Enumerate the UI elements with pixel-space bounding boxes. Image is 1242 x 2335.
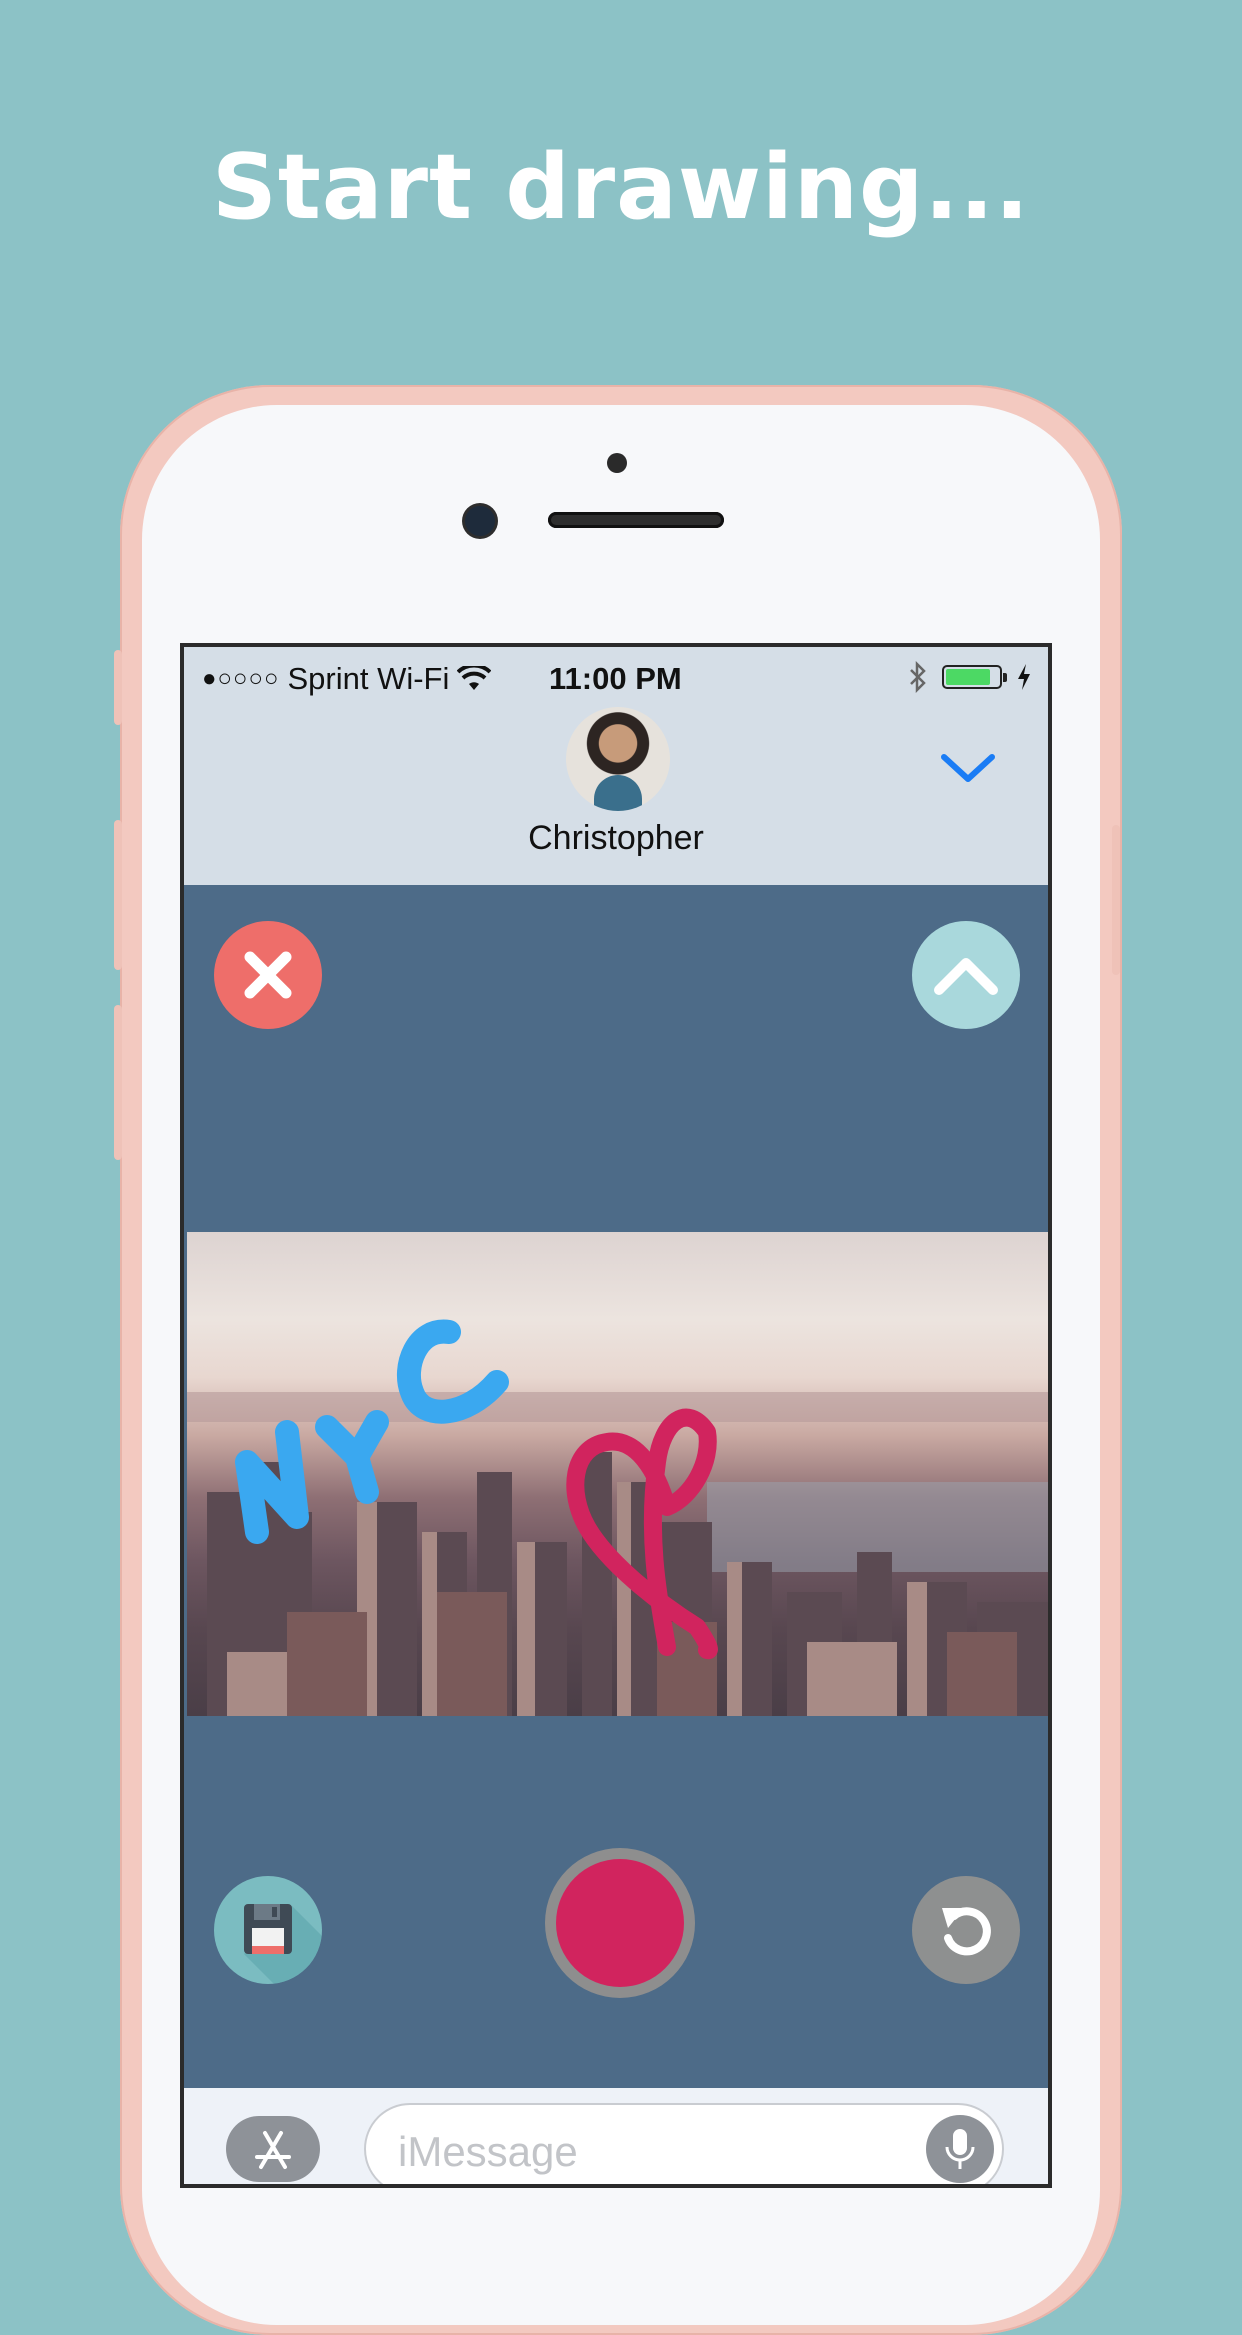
volume-up-button	[114, 820, 122, 970]
contact-name[interactable]: Christopher	[184, 819, 1048, 858]
chevron-up-icon	[934, 958, 998, 995]
status-bar: ●○○○○ Sprint Wi-Fi 11:00 PM	[184, 647, 1048, 707]
earpiece-speaker	[548, 512, 724, 528]
record-icon	[556, 1859, 684, 1987]
battery-icon	[942, 665, 1007, 689]
record-button[interactable]	[545, 1848, 695, 1998]
conversation-header: ●○○○○ Sprint Wi-Fi 11:00 PM Christopher	[184, 647, 1048, 885]
status-left: ●○○○○ Sprint Wi-Fi	[202, 661, 492, 697]
imessage-field[interactable]	[364, 2103, 1004, 2184]
expand-button[interactable]	[912, 921, 1020, 1029]
microphone-button[interactable]	[926, 2115, 994, 2183]
undo-icon	[942, 1907, 991, 1956]
charging-bolt-icon	[1018, 664, 1030, 690]
chevron-down-icon[interactable]	[938, 747, 998, 787]
volume-down-button	[114, 1005, 122, 1160]
imessage-input[interactable]	[396, 2123, 900, 2181]
heart-doodle	[566, 1408, 718, 1660]
save-button[interactable]	[214, 1876, 322, 1984]
wifi-icon	[457, 666, 492, 690]
floppy-disk-icon	[244, 1904, 322, 1984]
mute-switch	[114, 650, 122, 725]
undo-button[interactable]	[912, 1876, 1020, 1984]
battery-level	[946, 669, 990, 685]
avatar-shirt	[594, 775, 642, 811]
contact-avatar[interactable]	[566, 707, 670, 811]
microphone-icon	[945, 2129, 975, 2169]
app-store-icon	[255, 2131, 291, 2169]
front-camera	[465, 506, 495, 536]
close-button[interactable]	[214, 921, 322, 1029]
message-input-bar	[184, 2088, 1048, 2184]
drawing-canvas-photo[interactable]	[187, 1232, 1048, 1716]
app-store-button[interactable]	[226, 2116, 320, 2182]
status-right	[908, 661, 1032, 693]
status-time: 11:00 PM	[549, 661, 682, 696]
signal-strength: ●○○○○	[202, 665, 280, 692]
headline: Start drawing...	[212, 135, 1030, 240]
close-icon	[244, 951, 292, 999]
power-button	[1112, 825, 1120, 975]
phone-screen: ●○○○○ Sprint Wi-Fi 11:00 PM Christopher …	[180, 643, 1052, 2188]
bluetooth-icon	[910, 661, 926, 693]
carrier-name: Sprint Wi-Fi	[287, 661, 450, 696]
proximity-sensor	[607, 453, 627, 473]
